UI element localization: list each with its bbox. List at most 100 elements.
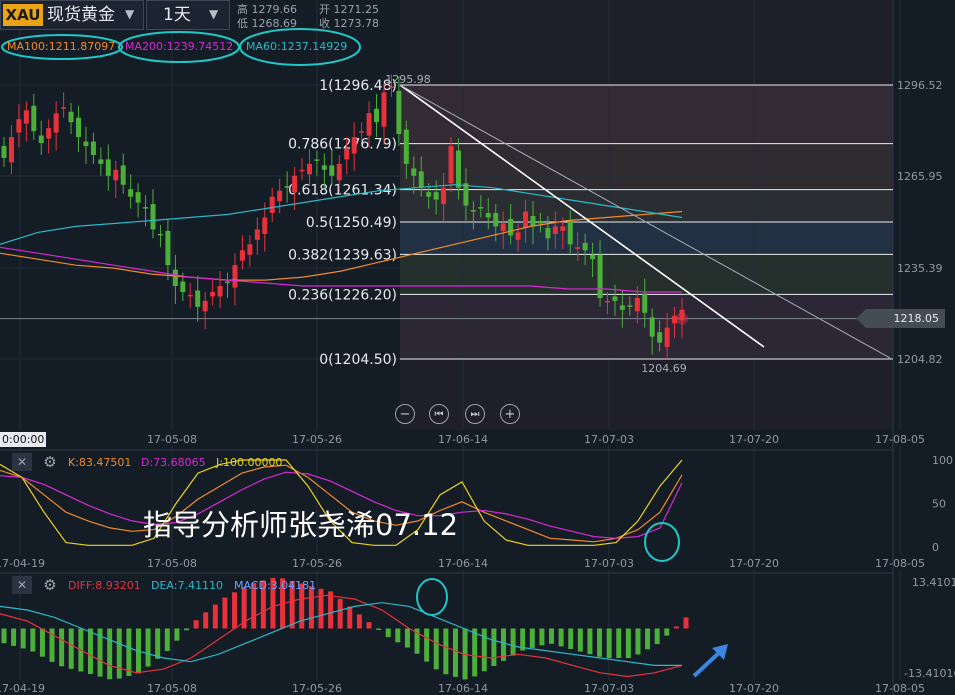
candle (463, 183, 469, 206)
scroll-right-button[interactable]: ⏭ (465, 404, 485, 424)
macd-bar (1, 628, 7, 644)
date-axis-label: 17-07-20 (729, 557, 779, 570)
candle (455, 150, 461, 188)
macd-bar (664, 628, 670, 636)
candle (16, 119, 22, 133)
candle (1, 146, 7, 158)
watermark-text: 指导分析师张尧浠07.12 (143, 508, 459, 542)
candle (299, 169, 305, 172)
symbol-selector[interactable]: XAU 现货黄金 ▼ (0, 0, 144, 30)
macd-bar (39, 628, 45, 657)
candle (344, 148, 350, 160)
highlight-ellipse (644, 522, 680, 562)
candle (38, 135, 44, 144)
macd-bar (87, 628, 93, 675)
candle (634, 297, 640, 312)
macd-bar (59, 628, 65, 667)
candle (254, 229, 260, 240)
fib-zone (400, 222, 893, 255)
macd-bar (472, 628, 478, 677)
fib-zone (400, 189, 893, 222)
low-label: 低 1268.69 (237, 17, 297, 30)
date-axis-label: 17-05-08 (147, 557, 197, 570)
macd-bar (510, 628, 516, 656)
fib-zone (400, 85, 893, 144)
macd-bar (11, 628, 17, 646)
zoom-in-button[interactable]: + (500, 404, 520, 424)
date-axis-label: 17-05-26 (292, 433, 342, 446)
date-axis-label: 17-05-08 (147, 433, 197, 446)
macd-bar (625, 628, 631, 659)
candle (68, 111, 74, 123)
date-axis-label: 17-05-26 (292, 682, 342, 695)
macd-bar (107, 628, 113, 680)
candle (321, 165, 327, 170)
macd-bar (616, 628, 622, 659)
chevron-down-icon[interactable]: ▼ (209, 7, 218, 21)
kdj-axis-label: 100 (932, 454, 953, 467)
macd-bar (30, 628, 36, 652)
candle (76, 117, 82, 138)
macd-bar (318, 588, 324, 629)
candle (374, 108, 380, 123)
macd-bar (452, 628, 458, 677)
macd-bar (126, 628, 132, 676)
candle (53, 113, 59, 133)
candle (31, 105, 37, 132)
current-price-tag: 1218.05 (856, 309, 945, 328)
chevron-down-icon[interactable]: ▼ (125, 7, 134, 21)
candle (552, 226, 558, 234)
date-axis-label: 17-06-14 (438, 557, 488, 570)
symbol-name: 现货黄金 (47, 5, 115, 25)
candle (351, 137, 357, 154)
candle (619, 305, 625, 310)
macd-bar (184, 628, 190, 631)
close-indicator-button[interactable]: ✕ (12, 576, 32, 594)
candle (135, 192, 141, 203)
candle (113, 169, 119, 181)
candle (165, 230, 171, 266)
macd-bar (683, 617, 689, 629)
scroll-left-button[interactable]: ⏮ (429, 404, 449, 424)
macd-bar (395, 628, 401, 643)
macd-bar (347, 606, 353, 629)
macd-bar (20, 628, 26, 649)
macd-value-legend: MACD:3.04181 (234, 579, 317, 592)
candle (411, 168, 417, 176)
macd-bar (193, 620, 199, 629)
gear-icon[interactable]: ⚙ (40, 576, 60, 594)
gear-icon[interactable]: ⚙ (40, 453, 60, 471)
candle (523, 211, 529, 228)
macd-bar (404, 628, 410, 648)
candle (604, 300, 610, 303)
close-indicator-button[interactable]: ✕ (12, 453, 32, 471)
fib-zone (400, 143, 893, 190)
candle (172, 269, 178, 287)
macd-bar (356, 614, 362, 629)
macd-bar (645, 628, 651, 650)
price-axis-label: 1265.95 (897, 170, 943, 183)
date-axis-label: 17-07-20 (729, 682, 779, 695)
date-axis-label: 17-05-26 (292, 557, 342, 570)
candle (403, 129, 409, 164)
date-axis-label: 17-04-19 (0, 557, 45, 570)
candle (381, 92, 387, 127)
price-axis-label: 1235.39 (897, 262, 943, 275)
candle (433, 192, 439, 200)
date-axis-label: 17-07-20 (729, 433, 779, 446)
low-annotation: 1204.69 (641, 362, 687, 375)
period-selector[interactable]: 1天 ▼ (146, 0, 230, 30)
chart-canvas[interactable]: 1(1296.48)0.786(1276.79)0.618(1261.34)0.… (0, 0, 955, 695)
candle (225, 281, 231, 284)
candle (157, 233, 163, 236)
zoom-out-button[interactable]: − (395, 404, 415, 424)
macd-bar (549, 628, 555, 644)
macd-bar (577, 628, 583, 652)
candle (195, 290, 201, 307)
candle (418, 171, 424, 188)
candle (441, 187, 447, 205)
open-label: 开 1271.25 (319, 3, 379, 16)
date-axis-label: 17-05-08 (147, 682, 197, 695)
kdj-j-legend: J:100.00000 (216, 456, 283, 469)
date-axis-label: 17-07-03 (584, 682, 634, 695)
